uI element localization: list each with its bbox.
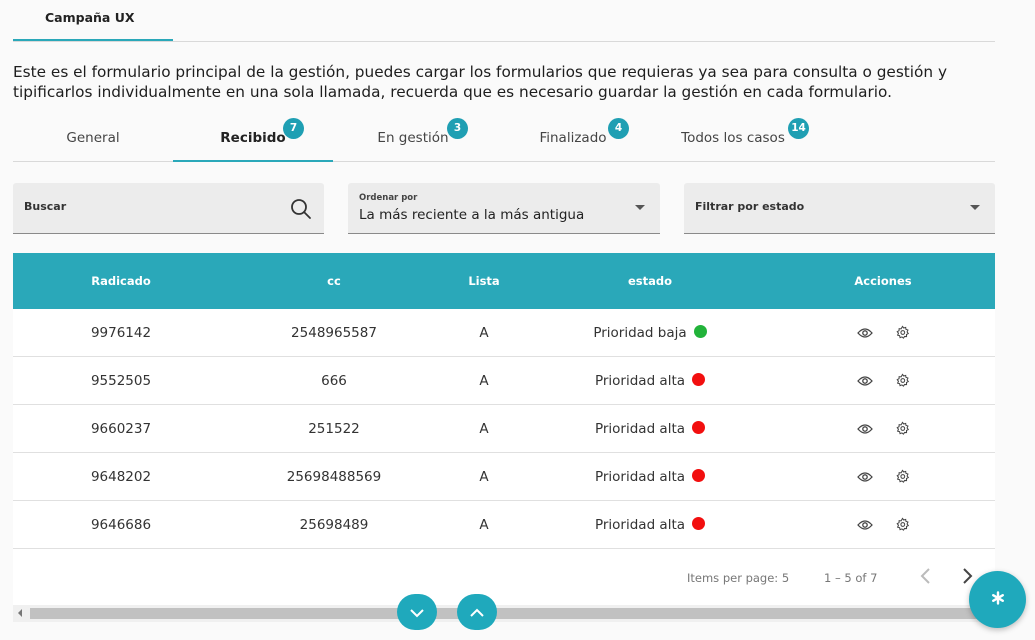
- cell-estado: Prioridad baja: [529, 324, 771, 341]
- gear-icon[interactable]: [895, 469, 910, 484]
- table-row: 9646686 25698489 A Prioridad alta: [13, 501, 995, 549]
- header-acciones: Acciones: [854, 274, 912, 288]
- cell-cc: 2548965587: [291, 324, 377, 341]
- sort-value: La más reciente a la más antigua: [359, 207, 585, 223]
- scroll-down-button[interactable]: [397, 594, 437, 630]
- tab-recibido-badge: 7: [283, 118, 304, 139]
- gear-icon[interactable]: [895, 373, 910, 388]
- cell-estado: Prioridad alta: [529, 420, 771, 437]
- cases-table: Radicado cc Lista estado Acciones 997614…: [13, 253, 995, 549]
- table-row: 9648202 25698488569 A Prioridad alta: [13, 453, 995, 501]
- cell-radicado: 9552505: [90, 372, 152, 389]
- status-text: Prioridad baja: [593, 324, 687, 341]
- status-dot: [693, 324, 707, 338]
- sort-select[interactable]: Ordenar por La más reciente a la más ant…: [348, 183, 660, 234]
- tab-general-label: General: [66, 130, 120, 146]
- tab-finalizado[interactable]: Finalizado 4: [493, 114, 653, 162]
- scroll-up-button[interactable]: [457, 594, 497, 630]
- floating-action-button[interactable]: [969, 571, 1026, 628]
- previous-page-icon[interactable]: [918, 566, 934, 589]
- scroll-left-arrow-icon[interactable]: [18, 609, 22, 617]
- eye-icon[interactable]: [856, 327, 873, 339]
- chevron-down-icon: [970, 205, 980, 210]
- cell-radicado: 9976142: [90, 324, 152, 341]
- cell-lista: A: [479, 420, 489, 437]
- filter-label: Filtrar por estado: [695, 200, 805, 213]
- cell-cc: 666: [321, 372, 347, 389]
- cell-radicado: 9648202: [90, 468, 152, 485]
- cell-acciones: [771, 421, 995, 436]
- cell-cc: 251522: [308, 420, 360, 437]
- chevron-down-icon: [635, 205, 645, 210]
- header-cc[interactable]: cc: [229, 274, 439, 288]
- gear-icon[interactable]: [895, 325, 910, 340]
- status-tabs: General Recibido 7 En gestión 3 Finaliza…: [13, 114, 995, 162]
- cell-acciones: [771, 373, 995, 388]
- tab-finalizado-label: Finalizado: [539, 130, 607, 146]
- cell-acciones: [771, 469, 995, 484]
- chevron-up-icon: [469, 603, 485, 622]
- tab-campana-ux[interactable]: Campaña UX: [13, 0, 173, 41]
- status-text: Prioridad alta: [594, 516, 686, 533]
- status-dot: [692, 468, 706, 482]
- header-lista[interactable]: Lista: [439, 274, 529, 288]
- cell-radicado: 9660237: [90, 420, 152, 437]
- cell-estado: Prioridad alta: [529, 516, 771, 533]
- scrollbar-thumb[interactable]: [30, 608, 980, 619]
- tab-todos-los-casos[interactable]: Todos los casos 14: [653, 114, 813, 162]
- cell-radicado: 9646686: [90, 516, 152, 533]
- top-divider: [13, 41, 995, 42]
- cell-acciones: [771, 325, 995, 340]
- eye-icon[interactable]: [856, 423, 873, 435]
- tab-todos-los-casos-badge: 14: [788, 118, 809, 139]
- cell-lista: A: [479, 516, 489, 533]
- status-dot: [692, 516, 706, 530]
- page-range-label: 1 – 5 of 7: [824, 571, 878, 585]
- tab-campana-ux-label: Campaña UX: [45, 10, 135, 25]
- tab-recibido[interactable]: Recibido 7: [173, 114, 333, 162]
- tab-en-gestion[interactable]: En gestión 3: [333, 114, 493, 162]
- eye-icon[interactable]: [856, 375, 873, 387]
- header-radicado[interactable]: Radicado: [13, 274, 229, 288]
- items-per-page-label: Items per page: 5: [687, 571, 790, 585]
- eye-icon[interactable]: [856, 519, 873, 531]
- table-header: Radicado cc Lista estado Acciones: [13, 253, 995, 309]
- tab-general[interactable]: General: [13, 114, 173, 162]
- chevron-down-icon: [409, 603, 425, 622]
- asterisk-icon: [991, 590, 1005, 609]
- cell-cc: 25698488569: [286, 468, 382, 485]
- table-row: 9552505 666 A Prioridad alta: [13, 357, 995, 405]
- cell-estado: Prioridad alta: [529, 468, 771, 485]
- status-text: Prioridad alta: [594, 420, 686, 437]
- search-label: Buscar: [24, 200, 67, 213]
- tab-en-gestion-badge: 3: [447, 118, 468, 139]
- cell-lista: A: [479, 372, 489, 389]
- status-text: Prioridad alta: [594, 468, 686, 485]
- tab-todos-los-casos-label: Todos los casos: [681, 130, 785, 146]
- horizontal-scrollbar[interactable]: [13, 605, 995, 622]
- header-estado[interactable]: estado: [529, 274, 771, 288]
- cell-estado: Prioridad alta: [529, 372, 771, 389]
- paginator: Items per page: 5 1 – 5 of 7: [13, 549, 995, 605]
- cell-acciones: [771, 517, 995, 532]
- tab-en-gestion-label: En gestión: [377, 130, 449, 146]
- tab-recibido-label: Recibido: [220, 130, 286, 146]
- cell-lista: A: [479, 468, 489, 485]
- intro-text: Este es el formulario principal de la ge…: [13, 63, 948, 101]
- gear-icon[interactable]: [895, 421, 910, 436]
- status-dot: [692, 372, 706, 386]
- cell-cc: 25698489: [299, 516, 369, 533]
- gear-icon[interactable]: [895, 517, 910, 532]
- search-icon[interactable]: [290, 198, 312, 224]
- table-row: 9976142 2548965587 A Prioridad baja: [13, 309, 995, 357]
- filter-select[interactable]: Filtrar por estado: [684, 183, 995, 234]
- status-text: Prioridad alta: [594, 372, 686, 389]
- eye-icon[interactable]: [856, 471, 873, 483]
- tab-finalizado-badge: 4: [608, 118, 629, 139]
- cell-lista: A: [479, 324, 489, 341]
- status-dot: [692, 420, 706, 434]
- sort-label: Ordenar por: [359, 193, 418, 203]
- search-field[interactable]: Buscar: [13, 183, 324, 234]
- table-row: 9660237 251522 A Prioridad alta: [13, 405, 995, 453]
